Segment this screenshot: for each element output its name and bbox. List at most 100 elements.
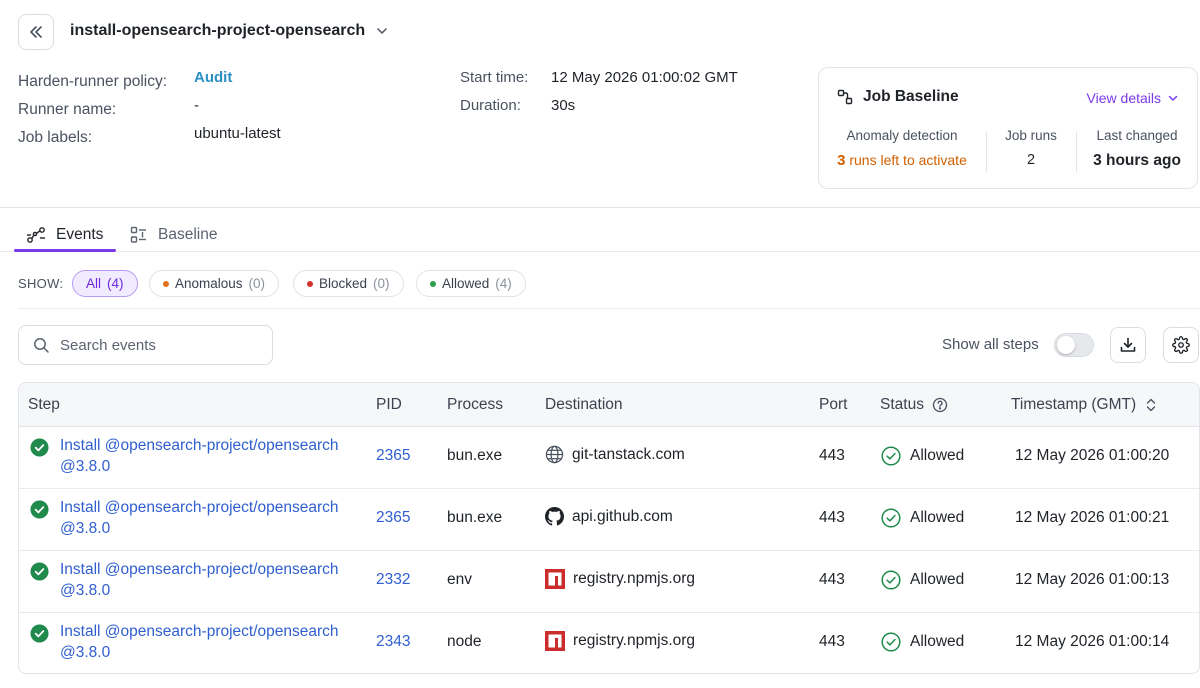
check-circle-outline-icon bbox=[881, 508, 901, 528]
policy-value-link[interactable]: Audit bbox=[194, 69, 232, 86]
baseline-nodes-icon bbox=[837, 89, 853, 105]
chevron-down-icon bbox=[375, 24, 389, 38]
events-table: Step PID Process Destination Port Status… bbox=[18, 382, 1200, 674]
timestamp: 12 May 2026 01:00:14 bbox=[1015, 633, 1170, 650]
pid-link[interactable]: 2365 bbox=[376, 447, 410, 465]
col-destination: Destination bbox=[545, 396, 623, 413]
tabs-divider bbox=[0, 251, 1200, 252]
tab-events[interactable]: Events bbox=[26, 218, 103, 252]
step-link[interactable]: Install @opensearch-project/opensearch @3… bbox=[60, 435, 339, 477]
filter-blocked-chip[interactable]: Blocked (0) bbox=[293, 270, 404, 297]
job-meta-left: Harden-runner policy: Runner name: Job l… bbox=[18, 68, 167, 152]
globe-icon bbox=[545, 445, 564, 464]
status: Allowed bbox=[881, 632, 964, 652]
gear-icon bbox=[1172, 336, 1190, 354]
step-name: Install @opensearch-project/opensearch bbox=[60, 561, 339, 578]
step-name: Install @opensearch-project/opensearch bbox=[60, 499, 339, 516]
filter-allowed-chip[interactable]: Allowed (4) bbox=[416, 270, 526, 297]
filter-all-chip[interactable]: All (4) bbox=[72, 270, 138, 297]
anomaly-detection-label: Anomaly detection bbox=[846, 128, 958, 143]
timestamp: 12 May 2026 01:00:21 bbox=[1015, 509, 1170, 526]
collapse-back-button[interactable] bbox=[18, 14, 54, 50]
check-circle-outline-icon bbox=[881, 446, 901, 466]
search-icon bbox=[34, 337, 49, 353]
table-row: Install @opensearch-project/opensearch @3… bbox=[19, 427, 1199, 489]
filter-allowed-label: Allowed bbox=[442, 276, 490, 291]
port: 443 bbox=[819, 447, 845, 464]
runner-value: - bbox=[194, 97, 199, 114]
view-details-button[interactable]: View details bbox=[1087, 90, 1179, 106]
timestamp: 12 May 2026 01:00:13 bbox=[1015, 571, 1170, 588]
toggle-knob bbox=[1057, 336, 1075, 354]
process-name: node bbox=[447, 633, 482, 650]
baseline-card-title: Job Baseline bbox=[837, 88, 959, 106]
npm-icon bbox=[545, 569, 565, 589]
col-timestamp[interactable]: Timestamp (GMT) bbox=[1011, 396, 1158, 414]
search-box[interactable] bbox=[18, 325, 273, 365]
check-circle-outline-icon bbox=[881, 570, 901, 590]
job-runs-label: Job runs bbox=[1005, 128, 1057, 143]
status: Allowed bbox=[881, 508, 964, 528]
col-port: Port bbox=[819, 396, 848, 413]
github-icon bbox=[545, 507, 564, 526]
process-name: bun.exe bbox=[447, 447, 503, 464]
tab-events-label: Events bbox=[56, 226, 104, 243]
view-details-label: View details bbox=[1086, 90, 1161, 106]
header-divider bbox=[0, 207, 1200, 208]
pid-link[interactable]: 2365 bbox=[376, 509, 410, 527]
filter-blocked-count: (0) bbox=[373, 276, 390, 291]
status-text: Allowed bbox=[910, 509, 965, 526]
runs-left-count: 3 bbox=[837, 152, 846, 169]
check-circle-icon bbox=[30, 500, 49, 519]
start-label: Start time: bbox=[460, 69, 529, 86]
settings-button[interactable] bbox=[1163, 327, 1199, 363]
status: Allowed bbox=[881, 570, 964, 590]
search-input[interactable] bbox=[60, 336, 250, 354]
check-circle-icon bbox=[30, 624, 49, 643]
status: Allowed bbox=[881, 446, 964, 466]
status-text: Allowed bbox=[910, 571, 965, 588]
job-name: install-opensearch-project-opensearch bbox=[70, 22, 366, 39]
destination: registry.npmjs.org bbox=[545, 631, 695, 651]
port: 443 bbox=[819, 509, 845, 526]
pid-link[interactable]: 2332 bbox=[376, 571, 410, 589]
help-circle-icon[interactable] bbox=[932, 397, 948, 413]
destination-host: git-tanstack.com bbox=[572, 445, 685, 463]
stat-divider bbox=[1076, 132, 1077, 172]
check-circle-outline-icon bbox=[881, 632, 901, 652]
filter-all-label: All bbox=[86, 276, 102, 291]
show-all-steps-label: Show all steps bbox=[942, 336, 1039, 353]
table-row: Install @opensearch-project/opensearch @3… bbox=[19, 613, 1199, 673]
anomalous-dot bbox=[163, 280, 169, 287]
anomaly-detection-stat: Anomaly detection 3 runs left to activat… bbox=[833, 128, 971, 169]
step-link[interactable]: Install @opensearch-project/opensearch @3… bbox=[60, 621, 339, 663]
filter-anomalous-label: Anomalous bbox=[175, 276, 243, 291]
job-selector[interactable]: install-opensearch-project-opensearch bbox=[70, 22, 389, 40]
show-all-steps-toggle[interactable] bbox=[1054, 333, 1094, 357]
pid-link[interactable]: 2343 bbox=[376, 633, 410, 651]
policy-label: Harden-runner policy: bbox=[18, 73, 168, 90]
step-version: @3.8.0 bbox=[60, 582, 111, 599]
step-version: @3.8.0 bbox=[60, 458, 111, 475]
destination: git-tanstack.com bbox=[545, 445, 685, 464]
filter-all-count: (4) bbox=[107, 276, 124, 291]
tab-baseline[interactable]: Baseline bbox=[130, 218, 217, 252]
runs-left-value: 3 runs left to activate bbox=[833, 152, 971, 169]
baseline-title-text: Job Baseline bbox=[863, 88, 959, 105]
duration-label: Duration: bbox=[460, 97, 521, 114]
col-status-label: Status bbox=[880, 396, 924, 413]
allowed-dot bbox=[430, 280, 436, 287]
timestamp: 12 May 2026 01:00:20 bbox=[1015, 447, 1170, 464]
destination: registry.npmjs.org bbox=[545, 569, 695, 589]
labels-value: ubuntu-latest bbox=[194, 125, 281, 142]
filter-allowed-count: (4) bbox=[495, 276, 512, 291]
step-link[interactable]: Install @opensearch-project/opensearch @3… bbox=[60, 559, 339, 601]
download-button[interactable] bbox=[1110, 327, 1146, 363]
destination-host: api.github.com bbox=[572, 507, 673, 525]
double-chevron-left-icon bbox=[30, 26, 42, 38]
filter-blocked-label: Blocked bbox=[319, 276, 368, 291]
col-step: Step bbox=[28, 396, 60, 413]
filter-anomalous-chip[interactable]: Anomalous (0) bbox=[149, 270, 280, 297]
col-pid: PID bbox=[376, 396, 402, 413]
step-link[interactable]: Install @opensearch-project/opensearch @3… bbox=[60, 497, 339, 539]
